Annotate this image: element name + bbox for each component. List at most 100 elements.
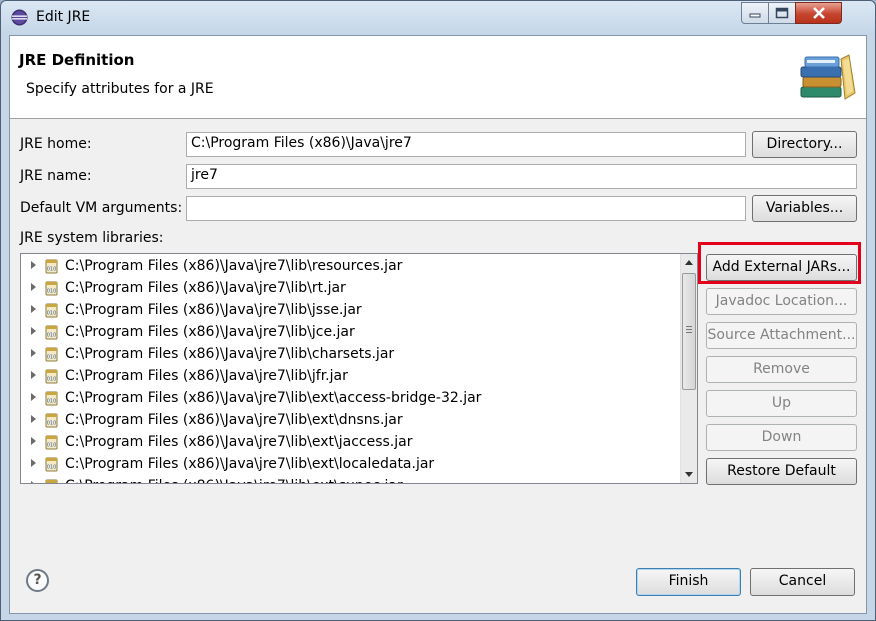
add-external-jars-label: Add External JARs... (712, 259, 851, 275)
svg-text:010: 010 (47, 311, 57, 317)
title-bar[interactable]: Edit JRE (1, 1, 875, 35)
scroll-down-icon (685, 472, 693, 477)
close-icon (812, 7, 825, 19)
expand-arrow-icon[interactable] (31, 481, 36, 483)
directory-button-label: Directory... (766, 136, 843, 152)
javadoc-location-button[interactable]: Javadoc Location... (706, 288, 857, 315)
jre-name-field[interactable]: jre7 (186, 164, 857, 189)
restore-default-button[interactable]: Restore Default (706, 458, 857, 485)
down-button[interactable]: Down (706, 424, 857, 451)
cancel-button[interactable]: Cancel (750, 568, 855, 596)
minimize-icon (749, 13, 761, 18)
header-title: JRE Definition (19, 51, 135, 69)
library-path: C:\Program Files (x86)\Java\jre7\lib\ext… (65, 478, 403, 483)
jar-icon: 010 (45, 391, 58, 406)
library-row[interactable]: 010 C:\Program Files (x86)\Java\jre7\lib\… (21, 322, 681, 344)
scroll-down-button[interactable] (681, 466, 697, 483)
svg-text:010: 010 (47, 355, 57, 361)
add-external-jars-button[interactable]: Add External JARs... (706, 254, 857, 281)
finish-button[interactable]: Finish (636, 568, 741, 596)
vm-arguments-field[interactable] (186, 196, 746, 221)
scroll-up-button[interactable] (681, 254, 697, 271)
expand-arrow-icon[interactable] (31, 437, 36, 445)
library-row[interactable]: 010 C:\Program Files (x86)\Java\jre7\lib\… (21, 366, 681, 388)
variables-button[interactable]: Variables... (752, 195, 857, 222)
library-path: C:\Program Files (x86)\Java\jre7\lib\rt.… (65, 280, 346, 296)
books-icon (800, 54, 856, 100)
minimize-button[interactable] (741, 2, 769, 24)
maximize-button[interactable] (768, 2, 796, 24)
jar-icon: 010 (45, 435, 58, 450)
up-label: Up (771, 395, 792, 411)
svg-text:010: 010 (47, 377, 57, 383)
system-libraries-label: JRE system libraries: (20, 230, 164, 246)
svg-text:010: 010 (47, 267, 57, 273)
vertical-scrollbar[interactable] (680, 254, 697, 483)
svg-text:010: 010 (47, 465, 57, 471)
jar-icon: 010 (45, 347, 58, 362)
svg-text:010: 010 (47, 421, 57, 427)
jar-icon: 010 (45, 325, 58, 340)
library-row[interactable]: 010 C:\Program Files (x86)\Java\jre7\lib\… (21, 454, 681, 476)
finish-label: Finish (668, 573, 709, 589)
jar-icon: 010 (45, 413, 58, 428)
expand-arrow-icon[interactable] (31, 371, 36, 379)
expand-arrow-icon[interactable] (31, 327, 36, 335)
library-path: C:\Program Files (x86)\Java\jre7\lib\ext… (65, 390, 482, 406)
restore-default-label: Restore Default (727, 463, 836, 479)
expand-arrow-icon[interactable] (31, 283, 36, 291)
library-row[interactable]: 010 C:\Program Files (x86)\Java\jre7\lib\… (21, 388, 681, 410)
library-row[interactable]: 010 C:\Program Files (x86)\Java\jre7\lib\… (21, 278, 681, 300)
library-row[interactable]: 010 C:\Program Files (x86)\Java\jre7\lib\… (21, 410, 681, 432)
maximize-icon (775, 7, 789, 19)
library-row[interactable]: 010 C:\Program Files (x86)\Java\jre7\lib\… (21, 256, 681, 278)
jre-home-label: JRE home: (20, 136, 92, 152)
library-path: C:\Program Files (x86)\Java\jre7\lib\ext… (65, 456, 435, 472)
svg-text:010: 010 (47, 333, 57, 339)
expand-arrow-icon[interactable] (31, 305, 36, 313)
dialog-header: JRE Definition Specify attributes for a … (10, 36, 866, 119)
expand-arrow-icon[interactable] (31, 459, 36, 467)
close-button[interactable] (795, 2, 842, 24)
source-attachment-label: Source Attachment... (707, 327, 856, 343)
directory-button[interactable]: Directory... (752, 131, 857, 158)
jar-icon: 010 (45, 281, 58, 296)
expand-arrow-icon[interactable] (31, 349, 36, 357)
library-path: C:\Program Files (x86)\Java\jre7\lib\ext… (65, 412, 403, 428)
svg-text:010: 010 (47, 399, 57, 405)
down-label: Down (761, 429, 802, 445)
svg-text:010: 010 (47, 289, 57, 295)
scroll-up-icon (685, 260, 693, 265)
system-libraries-list[interactable]: 010 C:\Program Files (x86)\Java\jre7\lib\… (20, 253, 698, 484)
library-row[interactable]: 010 C:\Program Files (x86)\Java\jre7\lib\… (21, 476, 681, 483)
jre-name-label: JRE name: (20, 168, 92, 184)
library-row[interactable]: 010 C:\Program Files (x86)\Java\jre7\lib\… (21, 344, 681, 366)
header-subtitle: Specify attributes for a JRE (26, 81, 214, 97)
expand-arrow-icon[interactable] (31, 415, 36, 423)
jar-icon: 010 (45, 303, 58, 318)
jre-home-field[interactable]: C:\Program Files (x86)\Java\jre7 (186, 132, 746, 157)
library-row[interactable]: 010 C:\Program Files (x86)\Java\jre7\lib\… (21, 300, 681, 322)
window-title: Edit JRE (36, 9, 91, 25)
svg-text:010: 010 (47, 443, 57, 449)
library-path: C:\Program Files (x86)\Java\jre7\lib\cha… (65, 346, 395, 362)
jar-icon: 010 (45, 479, 58, 483)
library-path: C:\Program Files (x86)\Java\jre7\lib\ext… (65, 434, 413, 450)
expand-arrow-icon[interactable] (31, 261, 36, 269)
library-path: C:\Program Files (x86)\Java\jre7\lib\jfr… (65, 368, 348, 384)
library-path: C:\Program Files (x86)\Java\jre7\lib\res… (65, 258, 403, 274)
grip-icon (686, 326, 692, 333)
library-row[interactable]: 010 C:\Program Files (x86)\Java\jre7\lib\… (21, 432, 681, 454)
edit-jre-dialog: Edit JRE JRE Definition Specify attribut… (0, 0, 876, 621)
remove-button[interactable]: Remove (706, 356, 857, 383)
expand-arrow-icon[interactable] (31, 393, 36, 401)
source-attachment-button[interactable]: Source Attachment... (706, 322, 857, 349)
dialog-client-area: JRE Definition Specify attributes for a … (9, 35, 867, 614)
up-button[interactable]: Up (706, 390, 857, 417)
cancel-label: Cancel (778, 573, 827, 589)
eclipse-icon (11, 9, 28, 26)
scroll-thumb[interactable] (682, 273, 696, 390)
library-path: C:\Program Files (x86)\Java\jre7\lib\jss… (65, 302, 362, 318)
help-icon[interactable]: ? (26, 569, 49, 592)
remove-label: Remove (753, 361, 810, 377)
